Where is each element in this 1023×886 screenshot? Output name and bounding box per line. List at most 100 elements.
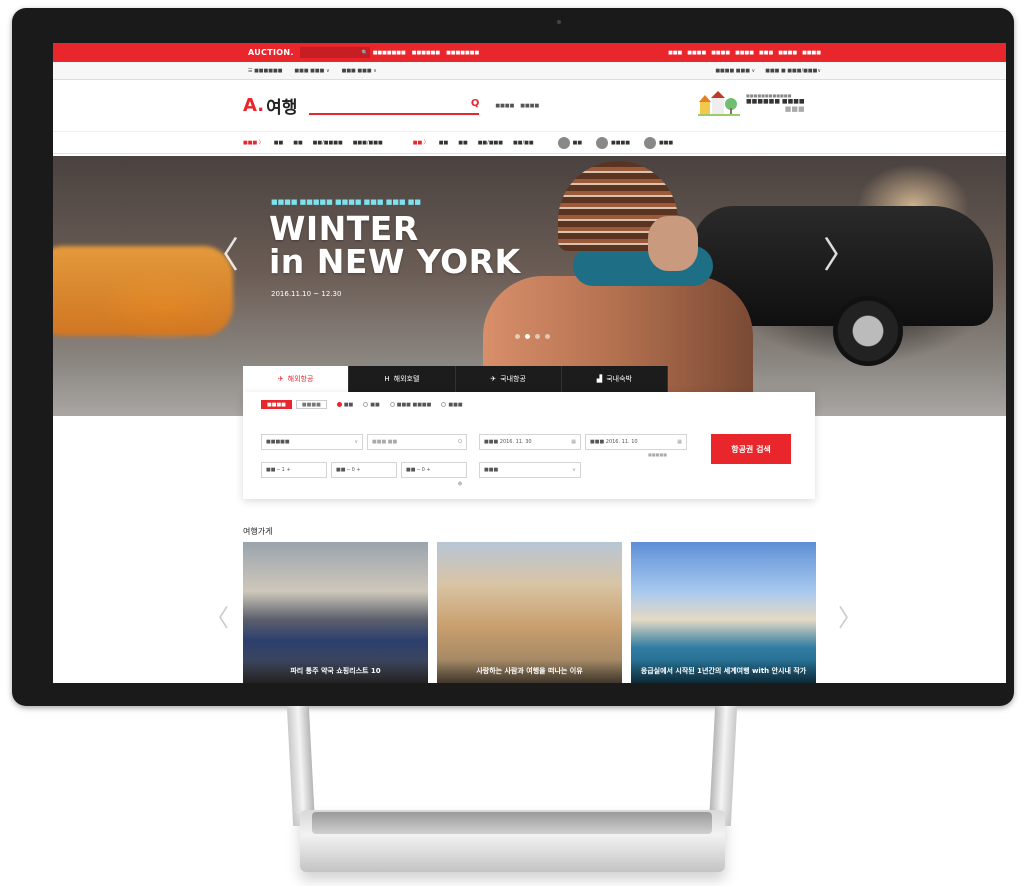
top-links: ■■■■■■■ ■■■■■■ ■■■■■■■ bbox=[373, 50, 480, 56]
busan-icon bbox=[596, 136, 609, 149]
monitor-frame: AUCTION. 🔍 ■■■■■■■ ■■■■■■ ■■■■■■■ ■■■ ■■… bbox=[12, 8, 1014, 706]
chevron-down-icon: ∨ bbox=[354, 439, 358, 445]
top-right-link[interactable]: ■■■■ bbox=[735, 50, 754, 56]
calendar-icon: ▦ bbox=[571, 439, 576, 445]
wheel-image bbox=[833, 296, 903, 366]
card-caption: 응급실에서 시작된 1년간의 세계여행 with 안시내 작가 bbox=[631, 660, 816, 683]
top-right-link[interactable]: ■■■ bbox=[759, 50, 773, 56]
card-caption: 사랑하는 사람과 여행을 떠나는 이유 bbox=[437, 660, 622, 683]
cat-item[interactable]: ■■/■■■ bbox=[478, 140, 503, 146]
category-menu-button[interactable]: ☰ ■■■■■■ bbox=[248, 68, 282, 74]
header-link[interactable]: ■■■■ bbox=[520, 103, 539, 109]
section-title: 여행가게 bbox=[243, 527, 273, 536]
cat-item[interactable]: ■■ bbox=[293, 140, 302, 146]
cat-item[interactable]: ■■■/■■■ bbox=[353, 140, 383, 146]
plane-icon: ✈ bbox=[490, 375, 497, 383]
cat-item[interactable]: ■■/■■■■ bbox=[313, 140, 343, 146]
hero-prev-arrow-icon[interactable]: 〈 bbox=[203, 226, 239, 278]
stand-arm bbox=[286, 706, 316, 826]
cat-item[interactable]: ■■/■■ bbox=[513, 140, 534, 146]
search-icon[interactable]: 🔍 bbox=[361, 50, 367, 56]
flex-date-checkbox[interactable]: ■■■■■ bbox=[648, 452, 667, 457]
top-right-links: ■■■ ■■■■ ■■■■ ■■■■ ■■■ ■■■■ ■■■■ bbox=[668, 50, 821, 56]
card-caption: 파리 통주 약국 쇼핑리스트 10 bbox=[243, 660, 428, 683]
top-right-link[interactable]: ■■■ bbox=[668, 50, 682, 56]
store-cards: 파리 통주 약국 쇼핑리스트 10 사랑하는 사람과 여행을 떠나는 이유 응급… bbox=[243, 542, 816, 683]
child-stepper[interactable]: ■■ ─ 0 + bbox=[331, 462, 397, 478]
radio-option[interactable]: ■■ bbox=[336, 402, 353, 408]
top-right-link[interactable]: ■■■■ bbox=[802, 50, 821, 56]
cat-domestic-head[interactable]: ■■ 〉 bbox=[413, 139, 429, 146]
stand-base-top bbox=[312, 812, 712, 834]
help-icon[interactable]: ⓿ bbox=[458, 481, 462, 487]
top-right-link[interactable]: ■■■■ bbox=[711, 50, 730, 56]
travel-logo[interactable]: A. 여행 bbox=[243, 93, 297, 118]
hero-next-arrow-icon[interactable]: 〉 bbox=[823, 226, 859, 278]
slide-dot[interactable] bbox=[545, 334, 550, 339]
top-right-link[interactable]: ■■■■ bbox=[778, 50, 797, 56]
subnav-dropdown[interactable]: ■■■ ■■■ ∨ bbox=[342, 68, 377, 74]
store-next-arrow-icon[interactable]: 〉 bbox=[838, 598, 862, 633]
sub-nav: ☰ ■■■■■■ ■■■ ■■■ ∨ ■■■ ■■■ ∨ ■■■■ ■■■ ∨ … bbox=[53, 62, 1006, 80]
radio-icon bbox=[441, 402, 447, 407]
cat-overseas-head[interactable]: ■■■ 〉 bbox=[243, 139, 264, 146]
radio-icon bbox=[363, 402, 369, 407]
radio-option[interactable]: ■■■ ■■■■ bbox=[389, 402, 431, 408]
header-link[interactable]: ■■■■ bbox=[495, 103, 514, 109]
destination-input[interactable]: ■■■ ■■ Q bbox=[367, 434, 467, 450]
subnav-dropdown[interactable]: ■■■ ■ ■■■/■■■∨ bbox=[765, 68, 821, 74]
radio-icon bbox=[336, 402, 342, 407]
top-link[interactable]: ■■■■■■■ bbox=[373, 50, 406, 56]
top-link[interactable]: ■■■■■■ bbox=[412, 50, 440, 56]
return-date-field[interactable]: ■■■ 2016. 11. 10 ▦ bbox=[585, 434, 687, 450]
depart-date-field[interactable]: ■■■ 2016. 11. 30 ▦ bbox=[479, 434, 581, 450]
top-search-input[interactable]: 🔍 bbox=[299, 47, 370, 58]
radio-icon bbox=[389, 402, 395, 407]
store-card[interactable]: 사랑하는 사람과 여행을 떠나는 이유 bbox=[437, 542, 622, 683]
slide-dot[interactable] bbox=[515, 334, 520, 339]
hero-pagination bbox=[515, 334, 550, 339]
departure-city-select[interactable]: ■■■■■ ∨ bbox=[261, 434, 363, 450]
building-icon: ▟ bbox=[596, 375, 603, 383]
cat-item[interactable]: ■■ bbox=[439, 140, 448, 146]
search-icon[interactable]: Q bbox=[471, 98, 480, 109]
site-header: A. 여행 Q ■■■■ ■■■■ ■■■■■■■■■■■■ ■■■■■■ ■■… bbox=[53, 80, 1006, 132]
auction-logo[interactable]: AUCTION. bbox=[248, 48, 294, 57]
subnav-dropdown[interactable]: ■■■■ ■■■ ∨ bbox=[715, 68, 755, 74]
subnav-dropdown[interactable]: ■■■ ■■■ ∨ bbox=[294, 68, 329, 74]
seat-class-select[interactable]: ■■■ ∨ bbox=[479, 462, 581, 478]
cat-item[interactable]: ■■ bbox=[274, 140, 283, 146]
browser-screen: AUCTION. 🔍 ■■■■■■■ ■■■■■■ ■■■■■■■ ■■■ ■■… bbox=[53, 43, 1006, 683]
store-card[interactable]: 파리 통주 약국 쇼핑리스트 10 bbox=[243, 542, 428, 683]
tab-domestic-flight[interactable]: ✈ 국내항공 bbox=[455, 366, 562, 392]
slide-dot[interactable] bbox=[525, 334, 530, 339]
top-link[interactable]: ■■■■■■■ bbox=[446, 50, 479, 56]
town-illustration-icon bbox=[698, 91, 740, 116]
flight-search-button[interactable]: 항공권 검색 bbox=[711, 434, 791, 464]
booking-tabs: ✈ 해외항공 H 해외호텔 ✈ 국내항공 ▟ 국내숙박 bbox=[243, 366, 668, 392]
hotel-icon: H bbox=[384, 375, 390, 383]
trip-type-roundtrip[interactable]: ■■■■ bbox=[261, 400, 292, 409]
infant-stepper[interactable]: ■■ ─ 0 + bbox=[401, 462, 467, 478]
radio-option[interactable]: ■■ bbox=[363, 402, 380, 408]
tab-overseas-flight[interactable]: ✈ 해외항공 bbox=[243, 366, 350, 392]
trip-type-oneway[interactable]: ■■■■ bbox=[295, 400, 327, 409]
tab-overseas-hotel[interactable]: H 해외호텔 bbox=[349, 366, 456, 392]
quick-link[interactable]: ■■■ bbox=[643, 136, 673, 149]
store-prev-arrow-icon[interactable]: 〈 bbox=[205, 598, 229, 633]
webcam-icon bbox=[557, 20, 561, 24]
slide-dot[interactable] bbox=[535, 334, 540, 339]
quick-link[interactable]: ■■■■ bbox=[596, 136, 630, 149]
search-icon: Q bbox=[458, 439, 462, 445]
quick-link[interactable]: ■■ bbox=[557, 136, 582, 149]
promo-banner[interactable]: ■■■■■■■■■■■■ ■■■■■■ ■■■■ ■■■ bbox=[698, 90, 805, 116]
main-search-input[interactable]: Q bbox=[309, 97, 480, 115]
category-nav: ■■■ 〉 ■■ ■■ ■■/■■■■ ■■■/■■■ ■■ 〉 ■■ ■■ ■… bbox=[53, 132, 1006, 154]
cat-item[interactable]: ■■ bbox=[458, 140, 467, 146]
store-card[interactable]: 응급실에서 시작된 1년간의 세계여행 with 안시내 작가 bbox=[631, 542, 816, 683]
top-right-link[interactable]: ■■■■ bbox=[687, 50, 706, 56]
adult-stepper[interactable]: ■■ ─ 1 + bbox=[261, 462, 327, 478]
radio-option[interactable]: ■■■ bbox=[441, 402, 463, 408]
tab-domestic-stay[interactable]: ▟ 국내숙박 bbox=[561, 366, 668, 392]
jeju-icon bbox=[557, 136, 570, 149]
